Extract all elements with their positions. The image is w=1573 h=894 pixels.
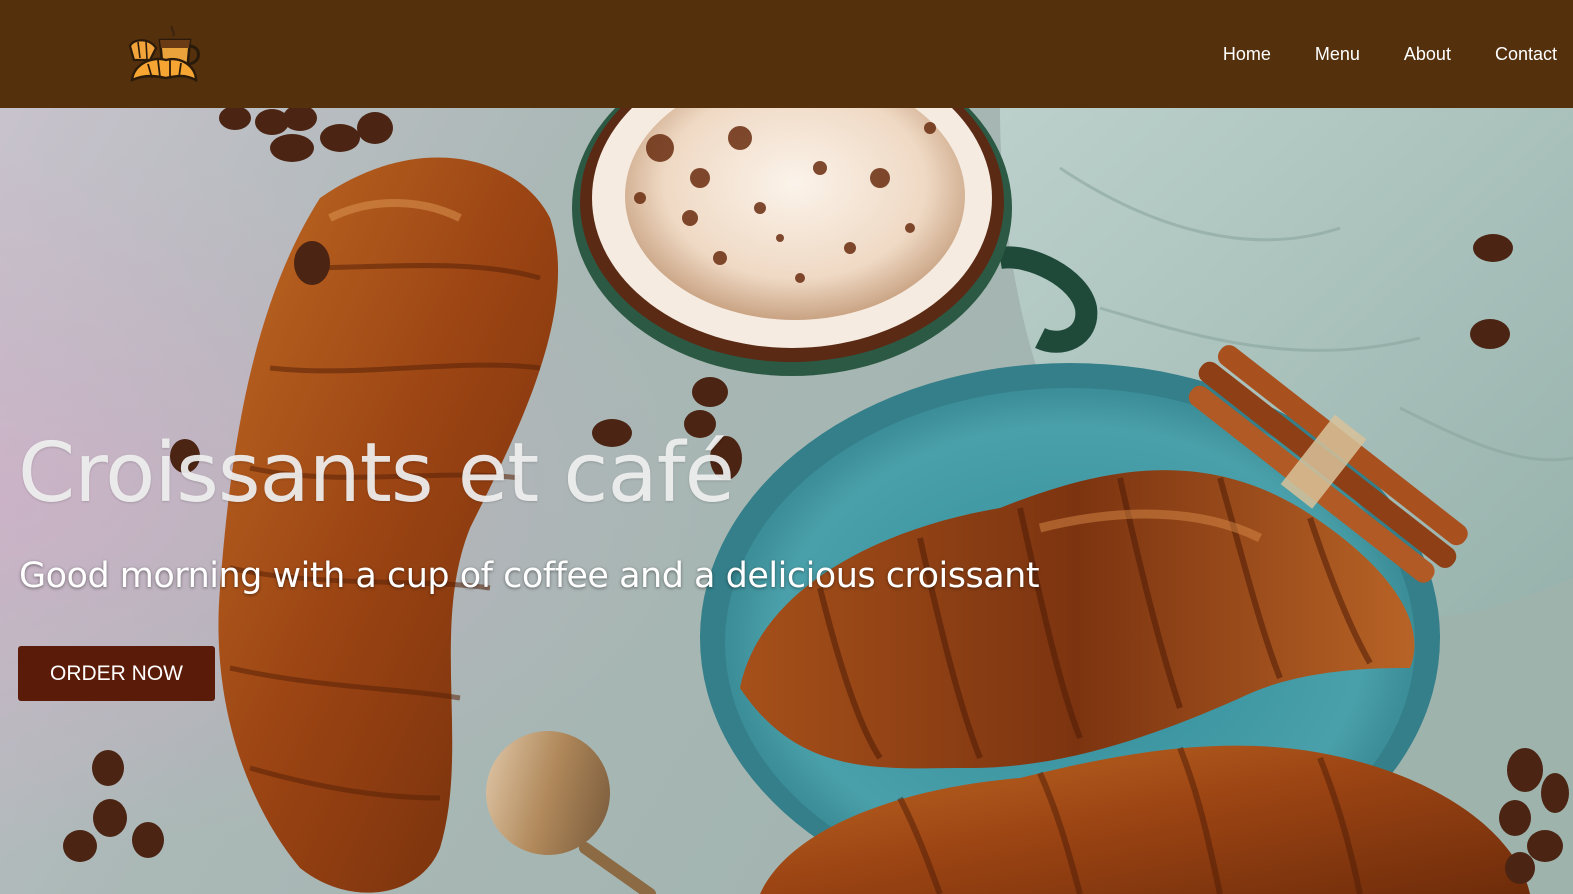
- nav-link-contact[interactable]: Contact: [1495, 44, 1557, 65]
- hero-section: Croissants et café Good morning with a c…: [0, 108, 1573, 894]
- hero-title: Croissants et café: [18, 426, 735, 521]
- navbar: Home Menu About Contact: [0, 0, 1573, 108]
- nav-link-about[interactable]: About: [1404, 44, 1451, 65]
- order-now-button[interactable]: ORDER NOW: [18, 646, 215, 701]
- hero-subtitle: Good morning with a cup of coffee and a …: [19, 556, 1040, 596]
- main-nav: Home Menu About Contact: [1179, 0, 1557, 108]
- nav-link-home[interactable]: Home: [1223, 44, 1271, 65]
- page: Home Menu About Contact Croissants et ca…: [0, 0, 1573, 894]
- nav-link-menu[interactable]: Menu: [1315, 44, 1360, 65]
- croissant-coffee-icon[interactable]: [126, 22, 206, 86]
